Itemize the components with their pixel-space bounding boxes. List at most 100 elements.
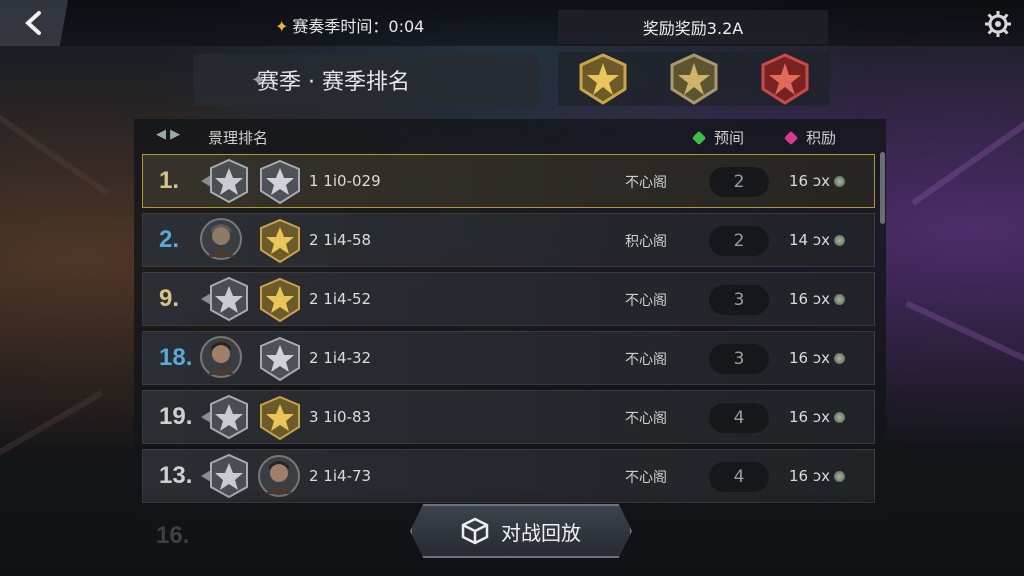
silver-emblem-icon [199,158,255,204]
count-pill: 2 [709,226,769,256]
count-value: 4 [733,467,745,487]
count-value: 3 [733,290,745,310]
count-pill: 3 [709,285,769,315]
list-header: ◀ ▶ 景理排名 预间 积励 [134,119,886,153]
player-status: 积心阁 [625,234,667,250]
portrait-avatar-icon [257,454,303,500]
pink-dot-icon [783,130,799,145]
count-pill: 3 [709,344,769,374]
rank-number: 13. [159,462,193,489]
ranking-row[interactable]: 13. 2 1i4-73 不心阁 4 16 ɔx [142,449,875,503]
green-dot-icon [691,130,707,145]
gold-star-badge-icon[interactable] [664,53,724,105]
page-title-box: ✦ 赛季 · 赛季排名 [193,54,538,106]
scrollbar[interactable] [880,152,885,224]
player-status: 不心阁 [625,470,667,486]
rank-number: 1. [159,167,180,194]
player-status: 不心阁 [625,411,667,427]
coin-icon [833,293,845,305]
ranking-row[interactable]: 2. 2 1i4-58 积心阁 2 14 ɔx [142,213,875,267]
knight-avatar-icon [199,217,255,263]
season-badges [558,52,830,106]
row-reward: 16 ɔx [789,408,845,426]
row-reward: 14 ɔx [789,231,845,249]
reward-value: 16 ɔx [789,408,830,426]
chevron-left-icon [25,11,41,35]
row-reward: 16 ɔx [789,290,845,308]
player-score: 2 1i4-73 [309,467,372,485]
reward-value: 16 ɔx [789,349,830,367]
gold-star-badge-icon [257,277,303,323]
reward-text: 奖励奖励3.2A [642,19,744,38]
row-reward: 16 ɔx [789,349,845,367]
reward-value: 14 ɔx [789,231,830,249]
gear-icon [985,11,1011,37]
player-score: 2 1i4-52 [309,290,372,308]
column-header-2-label: 积励 [806,129,837,147]
coin-icon [833,234,845,246]
count-value: 2 [733,231,745,251]
gold-star-badge-icon[interactable] [573,53,633,105]
settings-button[interactable] [984,10,1012,38]
ranking-row[interactable]: 19. 3 1i0-83 不心阁 4 16 ɔx [142,390,875,444]
background-spear [905,300,1024,366]
count-value: 2 [733,172,745,192]
background-spear [910,120,1024,206]
rank-number: 18. [159,344,193,371]
star-icon: ✦ [275,17,289,36]
gold-star-badge-icon [257,218,303,264]
reward-value: 16 ɔx [789,290,830,308]
background-spear [0,110,110,196]
player-score: 2 1i4-32 [309,349,372,367]
count-value: 3 [733,349,745,369]
red-star-badge-icon[interactable] [755,53,815,105]
rank-number: 9. [159,285,180,312]
diamond-icon: ✦ [251,70,267,91]
background-spear [0,390,104,456]
ranking-row[interactable]: 9. 2 1i4-52 不心阁 3 16 ɔx [142,272,875,326]
list-title: 景理排名 [208,129,269,147]
partial-row-rank: 16. [156,522,190,549]
column-header-1: 预间 [691,127,745,148]
player-score: 3 1i0-83 [309,408,372,426]
silver-emblem-icon [199,276,255,322]
battle-replay-label: 对战回放 [501,520,581,545]
back-button[interactable] [0,0,68,46]
silver-emblem-icon [199,453,255,499]
column-header-2: 积励 [783,127,837,148]
player-status: 不心阁 [625,352,667,368]
row-reward: 16 ɔx [789,172,845,190]
ranking-row[interactable]: 1. 1 1i0-029 不心阁 2 16 ɔx [142,154,875,208]
rogue-avatar-icon [199,335,255,381]
top-bar [0,0,1024,46]
coin-icon [833,175,845,187]
column-header-1-label: 预间 [714,129,745,147]
silver-star-badge-icon [257,336,303,382]
gold-star-badge-icon [257,395,303,441]
silver-star-badge-icon [257,159,303,205]
coin-icon [833,411,845,423]
reward-value: 16 ɔx [789,467,830,485]
reward-banner: 奖励奖励3.2A [558,10,828,44]
arrow-left-right-icon[interactable]: ◀ ▶ [156,127,180,142]
player-score: 1 1i0-029 [309,172,381,190]
reward-value: 16 ɔx [789,172,830,190]
silver-emblem-icon [199,394,255,440]
player-status: 不心阁 [625,175,667,191]
count-pill: 4 [709,462,769,492]
player-score: 2 1i4-58 [309,231,372,249]
row-reward: 16 ɔx [789,467,845,485]
season-timer-text: 赛奏季时间：0:04 [292,17,425,36]
rank-number: 19. [159,403,193,430]
battle-replay-button[interactable]: 对战回放 [410,504,632,558]
rank-number: 2. [159,226,180,253]
count-pill: 2 [709,167,769,197]
count-value: 4 [733,408,745,428]
ranking-list: 1. 1 1i0-029 不心阁 2 16 ɔx 2. 2 1i4-58 积心阁 2 14 ɔx 9… [142,154,875,508]
box-icon [461,517,489,545]
count-pill: 4 [709,403,769,433]
season-timer: ✦ 赛奏季时间：0:04 [275,13,424,37]
coin-icon [833,352,845,364]
ranking-row[interactable]: 18. 2 1i4-32 不心阁 3 16 ɔx [142,331,875,385]
page-title: 赛季 · 赛季排名 [257,70,410,95]
